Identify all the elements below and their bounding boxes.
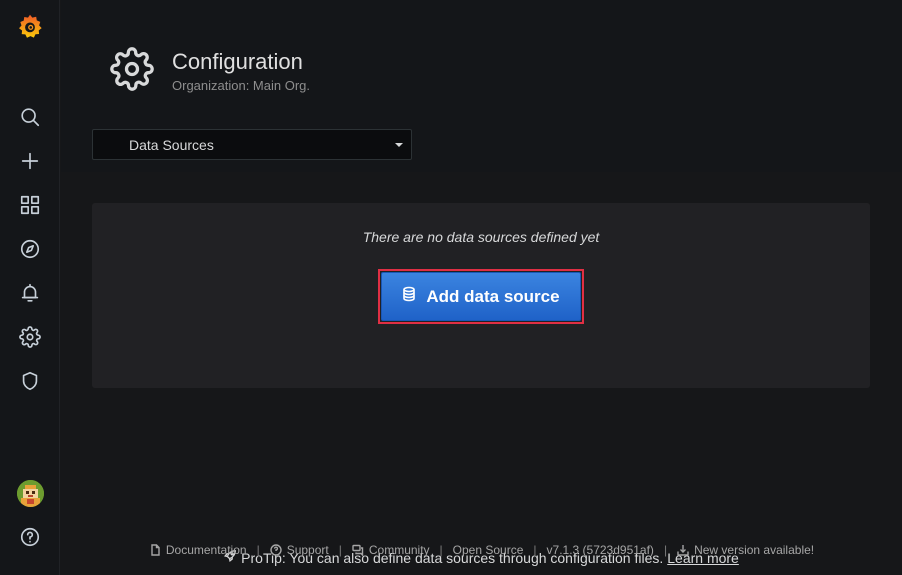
- footer-separator: |: [533, 543, 537, 557]
- footer-open-source-label: Open Source: [452, 543, 524, 557]
- search-icon[interactable]: [15, 102, 45, 132]
- footer-separator: |: [256, 543, 260, 557]
- alerting-bell-icon[interactable]: [15, 278, 45, 308]
- user-avatar[interactable]: [17, 480, 44, 507]
- page-title: Configuration: [172, 49, 303, 74]
- configuration-gear-icon[interactable]: [15, 322, 45, 352]
- question-circle-icon: [270, 544, 282, 556]
- dashboards-icon[interactable]: [15, 190, 45, 220]
- footer: Documentation | Support | Community | Op…: [61, 542, 902, 558]
- comments-icon: [352, 544, 364, 556]
- explore-icon[interactable]: [15, 234, 45, 264]
- caret-down-icon: [395, 143, 403, 147]
- footer-community-link[interactable]: Community: [352, 543, 430, 557]
- footer-separator: |: [663, 543, 668, 557]
- config-section-selected: Data Sources: [129, 137, 214, 153]
- side-menu: [0, 0, 60, 575]
- document-icon: [151, 544, 160, 556]
- database-icon: [402, 286, 416, 307]
- server-admin-shield-icon[interactable]: [15, 366, 45, 396]
- footer-support-label: Support: [286, 543, 329, 557]
- footer-community-label: Community: [368, 543, 430, 557]
- configuration-gear-icon: [110, 47, 154, 91]
- help-icon[interactable]: [15, 522, 45, 552]
- add-data-source-button[interactable]: Add data source: [381, 272, 581, 321]
- config-section-select[interactable]: Data Sources: [92, 129, 412, 160]
- footer-version: v7.1.3 (5723d951af): [547, 543, 654, 557]
- footer-support-link[interactable]: Support: [270, 543, 329, 557]
- footer-new-version-label: New version available!: [694, 543, 815, 557]
- footer-open-source-link[interactable]: Open Source: [453, 543, 524, 557]
- plus-icon[interactable]: [15, 146, 45, 176]
- footer-separator: |: [439, 543, 443, 557]
- footer-documentation-link[interactable]: Documentation: [149, 543, 247, 557]
- empty-list-title: There are no data sources defined yet: [362, 229, 600, 245]
- footer-new-version-link[interactable]: New version available!: [677, 543, 814, 557]
- footer-version-label: v7.1.3 (5723d951af): [546, 543, 654, 557]
- download-icon: [677, 545, 689, 556]
- page-subtitle: Organization: Main Org.: [172, 78, 311, 93]
- grafana-logo-icon[interactable]: [15, 12, 45, 42]
- footer-separator: |: [338, 543, 342, 557]
- add-data-source-label: Add data source: [426, 286, 560, 306]
- footer-documentation-label: Documentation: [165, 543, 247, 557]
